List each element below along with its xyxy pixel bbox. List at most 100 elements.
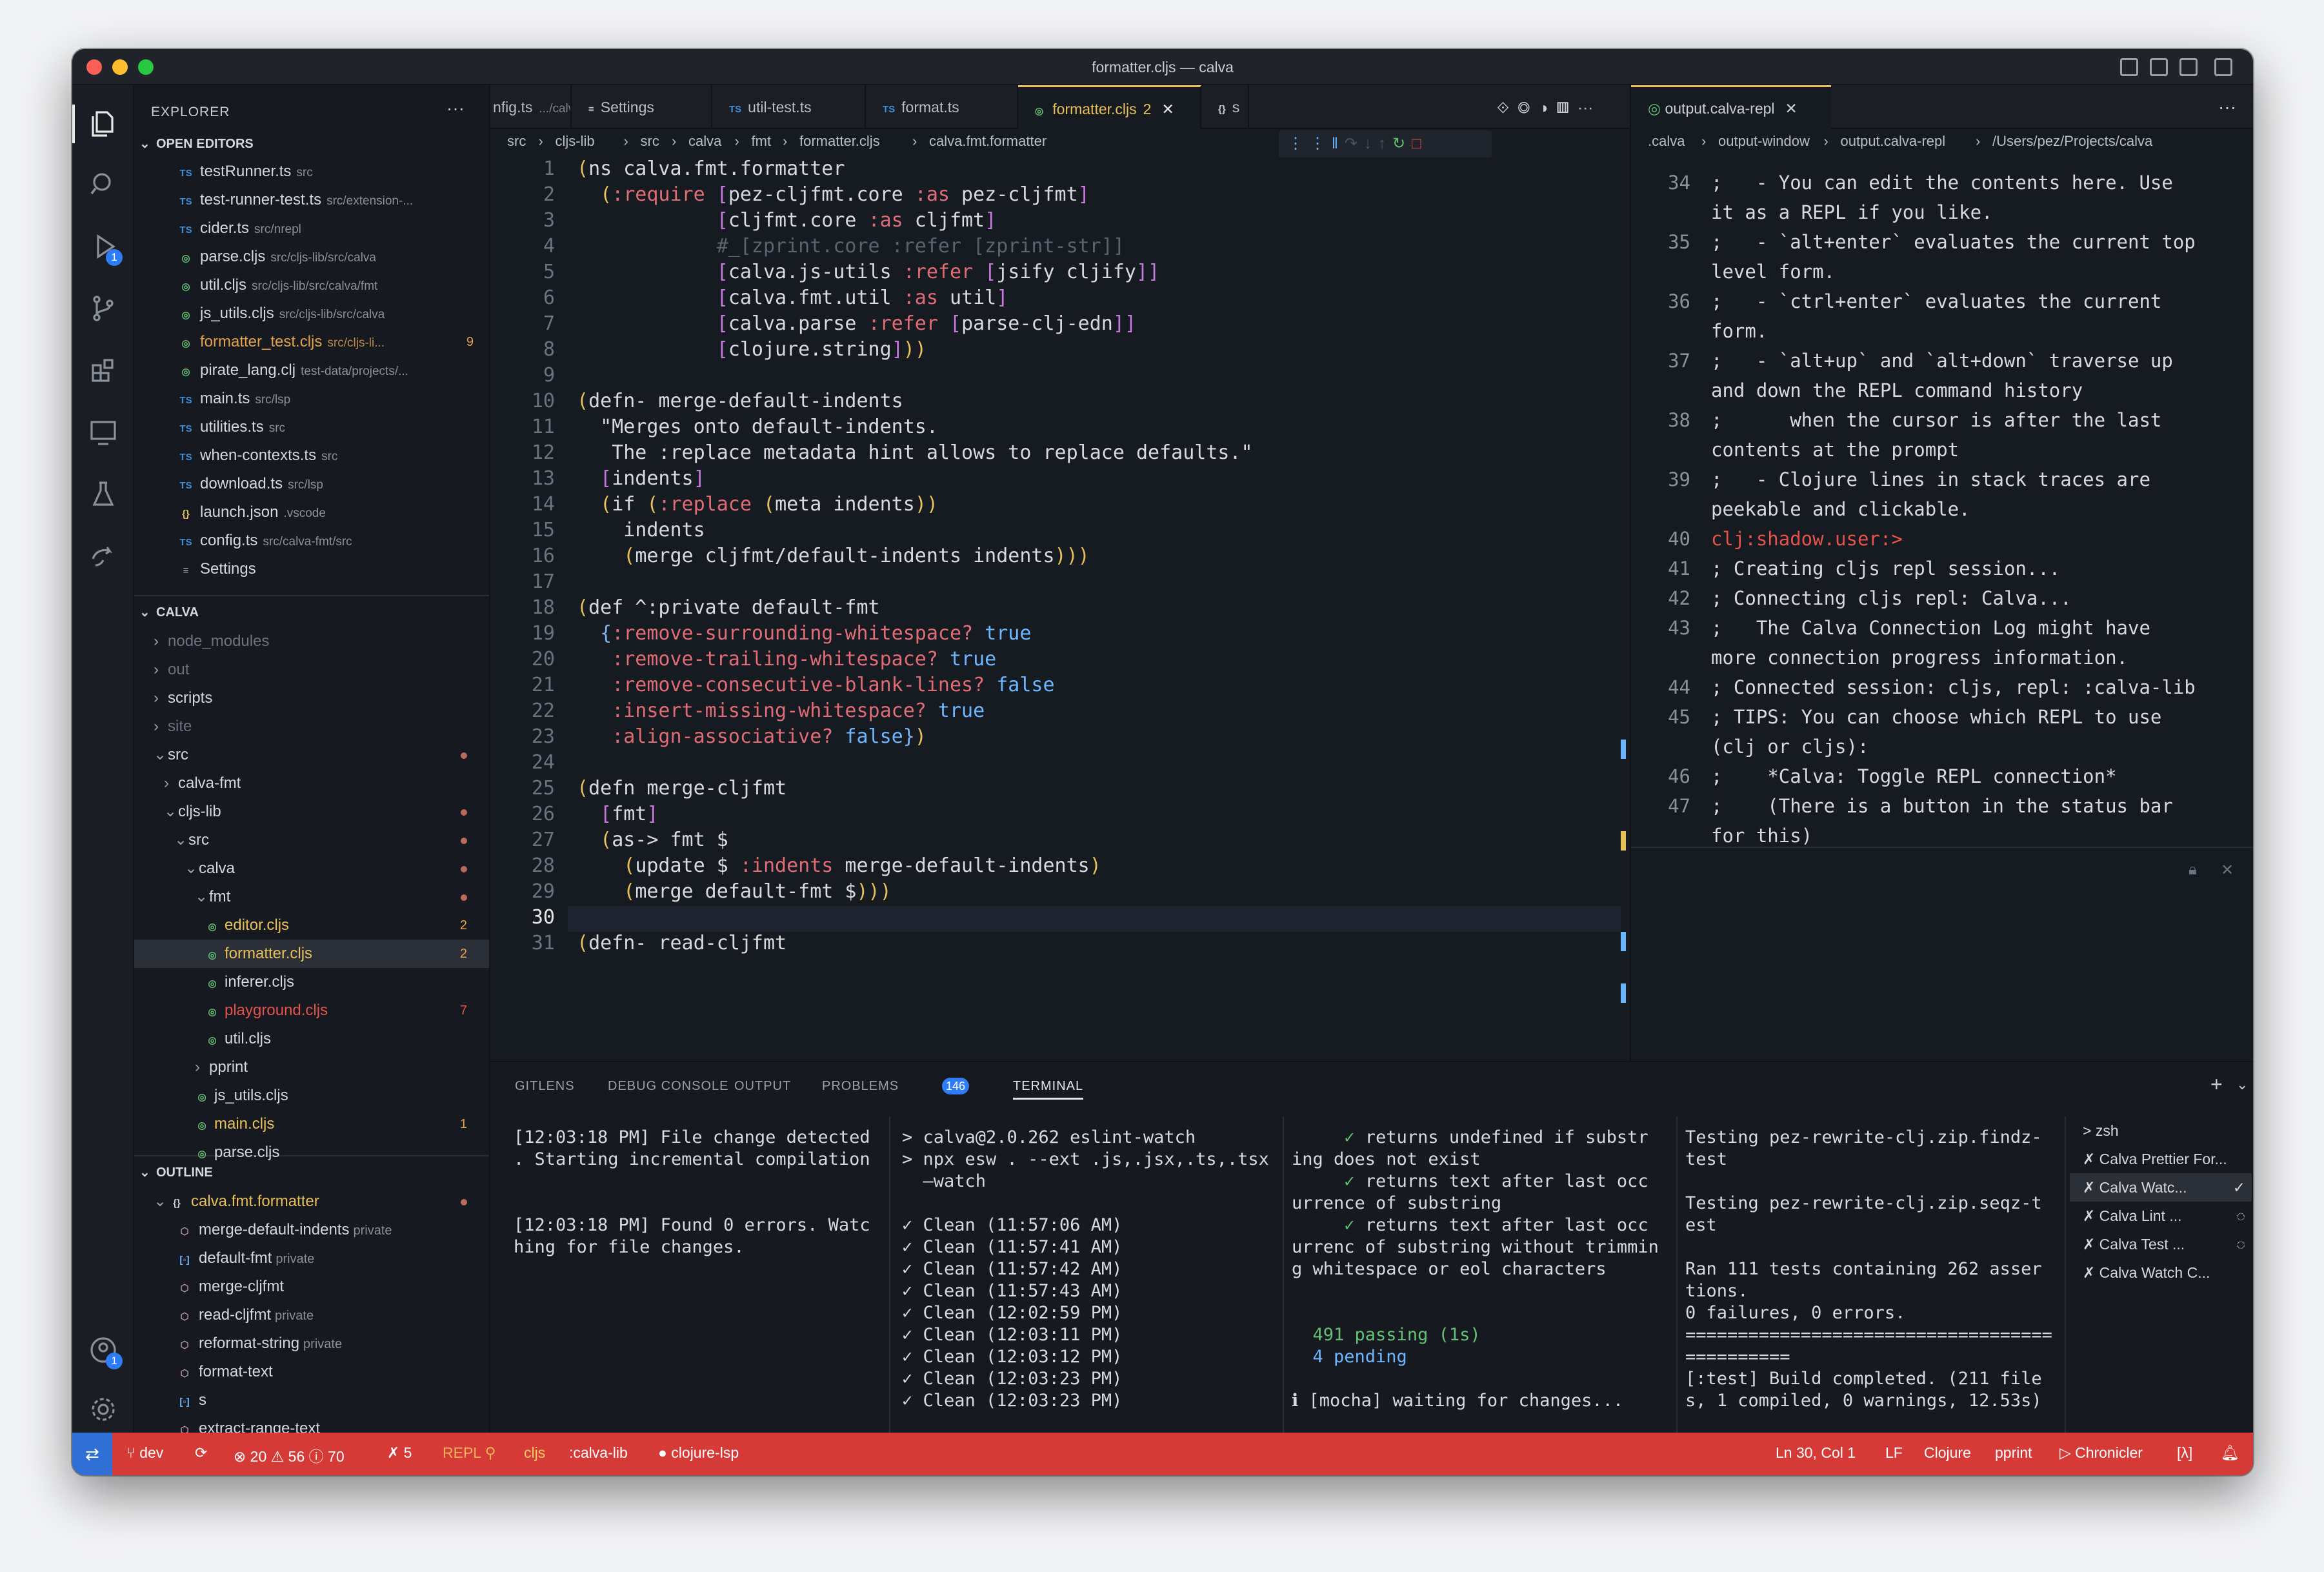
tree-folder[interactable]: ⌄fmt (134, 883, 489, 911)
chronicler-indicator[interactable]: ▷ Chronicler (2059, 1444, 2143, 1462)
tree-folder[interactable]: ⌄src (134, 741, 489, 769)
close-tab-icon[interactable]: ✕ (1161, 101, 1174, 117)
settings-gear-icon[interactable] (88, 1394, 119, 1425)
open-editor-item[interactable]: ◎ pirate_lang.clj test-data/projects/... (134, 356, 489, 385)
tree-folder[interactable]: › calva-fmt (134, 769, 489, 798)
outline-item[interactable]: ⬡ read-cljfmt private (134, 1301, 489, 1329)
panel-tab-output[interactable]: OUTPUT (734, 1079, 791, 1094)
open-editor-item[interactable]: TS download.ts src/lsp (134, 470, 489, 498)
outline-item[interactable]: ⬡ extract-range-text (134, 1415, 489, 1433)
tree-folder[interactable]: › out (134, 656, 489, 684)
eol-indicator[interactable]: LF (1885, 1444, 1903, 1462)
breadcrumb-item[interactable]: formatter.cljs (799, 133, 880, 150)
open-editor-item[interactable]: ≡ Settings (134, 555, 489, 583)
tree-file[interactable]: ◎ formatter.cljs 2 (134, 940, 489, 968)
breadcrumb-item[interactable]: src (507, 133, 526, 150)
panel-tab-terminal[interactable]: TERMINAL (1013, 1079, 1084, 1100)
outline-item[interactable]: ⌄ {} calva.fmt.formatter (134, 1187, 489, 1216)
terminal-list-item[interactable]: ✗ Calva Test ... ◌ (2070, 1230, 2252, 1258)
terminal-pane-eslint[interactable]: > calva@2.0.262 eslint-watch > npx esw .… (902, 1127, 1276, 1412)
formatter-indicator[interactable]: pprint (1995, 1444, 2032, 1462)
toggle-secondary-sidebar-icon[interactable] (2179, 58, 2198, 76)
close-tab-icon[interactable]: ✕ (1785, 100, 1798, 117)
breadcrumb-item[interactable]: calva.fmt.formatter (929, 133, 1047, 150)
problems-indicator[interactable]: ⊗ 20 ⚠ 56 ⓘ 70 (234, 1444, 345, 1466)
toggle-sidebar-icon[interactable] (2120, 58, 2138, 76)
tab-format-ts[interactable]: TS format.ts (866, 85, 1018, 129)
lambda-indicator[interactable]: [λ] (2177, 1444, 2192, 1462)
tree-file[interactable]: ◎ editor.cljs 2 (134, 911, 489, 940)
tab-formatter-cljs[interactable]: ◎ formatter.cljs 2 ✕ (1018, 85, 1201, 129)
close-icon[interactable]: ✕ (2221, 861, 2234, 880)
breadcrumb-item[interactable]: calva (688, 133, 721, 150)
more-actions-icon[interactable]: ··· (2218, 97, 2236, 117)
breadcrumb-item[interactable]: cljs-lib (556, 133, 595, 150)
tab-s[interactable]: {} s (1201, 85, 1249, 129)
code-editor[interactable]: 1 (ns calva.fmt.formatter 2 (:require [pez… (490, 157, 1630, 1061)
lock-icon[interactable]: 🔒︎ (2189, 861, 2197, 879)
outline-item[interactable]: ⬡ merge-default-indents private (134, 1216, 489, 1244)
outline-item[interactable]: ⬡ merge-cljfmt (134, 1273, 489, 1301)
tab-settings[interactable]: ≡ Settings (572, 85, 712, 129)
debug-toolbar[interactable]: ⋮⋮‖↷↓↑↻□ (1279, 130, 1492, 157)
open-editor-item[interactable]: TS config.ts src/calva-fmt/src (134, 527, 489, 555)
terminal-dropdown-icon[interactable]: ⌄ (2236, 1076, 2248, 1093)
outline-item[interactable]: ⬡ format-text (134, 1358, 489, 1386)
customize-layout-icon[interactable] (2214, 58, 2232, 76)
terminal-list-item[interactable]: ✗ Calva Prettier For... (2070, 1145, 2252, 1173)
notifications-icon[interactable]: 🔔︎ (2221, 1444, 2239, 1462)
tree-folder[interactable]: › pprint (134, 1053, 489, 1082)
language-mode[interactable]: Clojure (1924, 1444, 1971, 1462)
breadcrumb-item[interactable]: src (641, 133, 659, 150)
tree-file[interactable]: ◎ util.cljs (134, 1025, 489, 1053)
run-debug-icon[interactable]: 1 (88, 231, 123, 266)
breadcrumb-item[interactable]: /Users/pez/Projects/calva (1992, 133, 2152, 150)
open-editors-header[interactable]: ⌄ OPEN EDITORS (134, 130, 489, 157)
tools-indicator[interactable]: ✗ 5 (387, 1444, 412, 1462)
search-icon[interactable] (88, 169, 119, 200)
outline-item[interactable]: ⬡ reformat-string private (134, 1329, 489, 1358)
lsp-indicator[interactable]: ● clojure-lsp (658, 1444, 739, 1462)
toggle-panel-icon[interactable] (2150, 58, 2168, 76)
breadcrumb-item[interactable]: output-window (1718, 133, 1810, 150)
testing-icon[interactable] (88, 479, 119, 510)
panel-tab-debug-console[interactable]: DEBUG CONSOLE (608, 1079, 728, 1094)
open-editor-item[interactable]: TS testRunner.ts src (134, 157, 489, 186)
tree-folder[interactable]: › node_modules (134, 627, 489, 656)
open-editor-item[interactable]: ◎ js_utils.cljs src/cljs-lib/src/calva (134, 299, 489, 328)
terminal-list-item[interactable]: > zsh (2070, 1116, 2252, 1145)
tab-util-test-ts[interactable]: TS util-test.ts (712, 85, 866, 129)
tree-folder[interactable]: › scripts (134, 684, 489, 712)
terminal-list-item[interactable]: ✗ Calva Watc... ✓ (2070, 1173, 2252, 1202)
tree-file[interactable]: ◎ js_utils.cljs (134, 1082, 489, 1110)
open-editor-item[interactable]: TS test-runner-test.ts src/extension-... (134, 186, 489, 214)
tab-nfig-ts[interactable]: nfig.ts .../calva-fmt/... (490, 85, 572, 129)
session-indicator[interactable]: :calva-lib (569, 1444, 628, 1462)
tree-folder[interactable]: ⌄calva (134, 854, 489, 883)
terminal-list-item[interactable]: ✗ Calva Lint ... ◌ (2070, 1202, 2252, 1230)
terminal-pane-tsc[interactable]: [12:03:18 PM] File change detected . Sta… (514, 1127, 881, 1258)
terminal-list-item[interactable]: ✗ Calva Watch C... (2070, 1258, 2252, 1287)
breadcrumb-item[interactable]: output.calva-repl (1841, 133, 1946, 150)
repl-indicator[interactable]: REPL ⚲ (443, 1444, 496, 1462)
open-editor-item[interactable]: {} launch.json .vscode (134, 498, 489, 527)
project-header[interactable]: ⌄ CALVA (134, 599, 489, 626)
outline-item[interactable]: [◦] default-fmt private (134, 1244, 489, 1273)
tree-file[interactable]: ◎ playground.cljs 7 (134, 996, 489, 1025)
terminal-pane-mocha[interactable]: ✓ returns undefined if substr ing does n… (1292, 1127, 1666, 1412)
open-editor-item[interactable]: TS when-contexts.ts src (134, 441, 489, 470)
tree-file[interactable]: ◎ inferer.cljs (134, 968, 489, 996)
open-editor-item[interactable]: TS main.ts src/lsp (134, 385, 489, 413)
remote-explorer-icon[interactable] (88, 417, 119, 448)
extensions-icon[interactable] (88, 355, 119, 386)
breadcrumb-item[interactable]: .calva (1648, 133, 1685, 150)
new-terminal-icon[interactable]: + (2210, 1073, 2223, 1096)
remote-indicator-icon[interactable]: ⇄ (72, 1433, 112, 1475)
accounts-icon[interactable]: 1 (88, 1335, 123, 1369)
breadcrumb-item[interactable]: fmt (752, 133, 772, 150)
panel-tab-problems[interactable]: PROBLEMS (822, 1079, 899, 1094)
terminal-pane-cljs-test[interactable]: Testing pez-rewrite-clj.zip.findz- test … (1685, 1127, 2059, 1412)
open-editor-item[interactable]: ◎ util.cljs src/cljs-lib/src/calva/fmt (134, 271, 489, 299)
sync-icon[interactable]: ⟳ (195, 1444, 207, 1462)
panel-tab-gitlens[interactable]: GITLENS (515, 1079, 575, 1094)
